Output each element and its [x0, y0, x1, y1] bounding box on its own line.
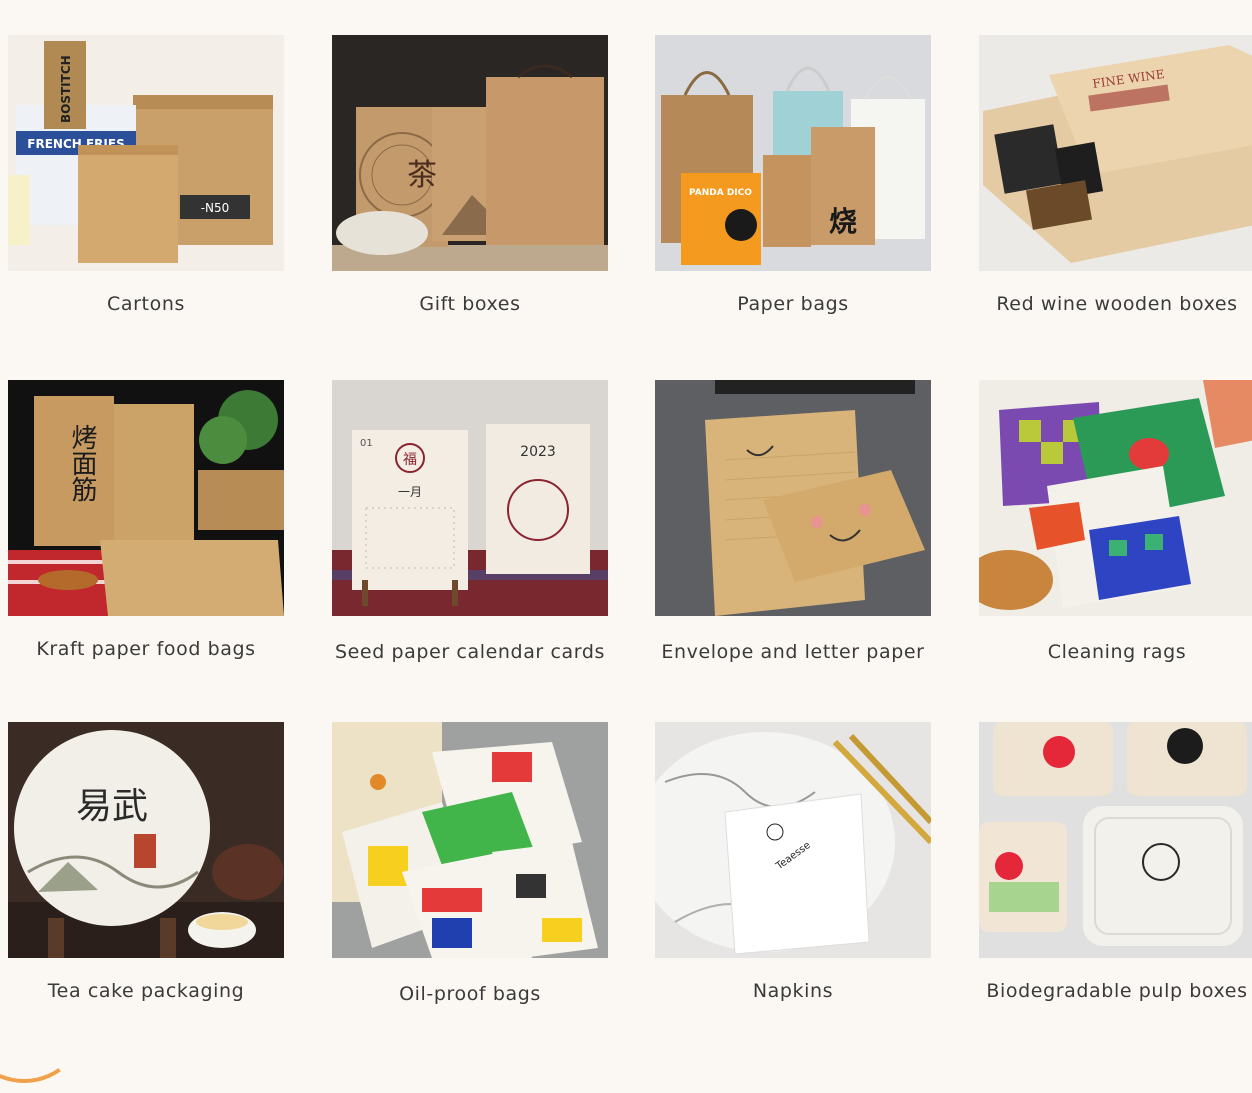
- kraft-food-bags-photo: 烤面筋: [8, 380, 284, 616]
- oil-proof-bags-photo: [332, 722, 608, 958]
- product-label: Biodegradable pulp boxes: [986, 980, 1248, 1002]
- napkins-photo: Teaesse: [655, 722, 931, 958]
- paper-bags-photo: PANDA DICO 烧: [655, 35, 931, 271]
- product-label: Cleaning rags: [1047, 641, 1187, 663]
- product-label: Paper bags: [737, 293, 849, 315]
- svg-text:PANDA DICO: PANDA DICO: [689, 188, 752, 198]
- svg-text:茶: 茶: [407, 158, 437, 193]
- product-label: Envelope and letter paper: [661, 641, 925, 663]
- wine-box-photo: FINE WINE: [979, 35, 1252, 271]
- envelope-photo: [655, 380, 931, 616]
- pulp-boxes-photo: [979, 722, 1252, 958]
- svg-text:01: 01: [360, 438, 373, 449]
- product-label: Gift boxes: [419, 293, 521, 315]
- svg-text:BOSTITCH: BOSTITCH: [59, 55, 73, 123]
- tea-cake-photo: 易武: [8, 722, 284, 958]
- svg-text:-N50: -N50: [201, 201, 230, 215]
- cartons-photo: FRENCH FRIES BOSTITCH -N50: [8, 35, 284, 271]
- svg-text:烤面筋: 烤面筋: [67, 424, 97, 502]
- product-label: Cartons: [107, 293, 185, 315]
- svg-text:2023: 2023: [520, 444, 556, 460]
- product-label: Napkins: [752, 980, 834, 1002]
- product-label: Kraft paper food bags: [36, 638, 256, 660]
- svg-text:易武: 易武: [76, 786, 148, 827]
- cleaning-rags-photo: [979, 380, 1252, 616]
- svg-text:福: 福: [403, 452, 417, 468]
- product-label: Red wine wooden boxes: [996, 293, 1238, 315]
- product-label: Seed paper calendar cards: [334, 641, 606, 663]
- svg-text:烧: 烧: [829, 205, 857, 238]
- product-label: Oil-proof bags: [399, 983, 541, 1005]
- calendar-cards-photo: 01 福 一月 2023: [332, 380, 608, 616]
- product-grid: FRENCH FRIES BOSTITCH -N50 Cartons 茶 Gif…: [0, 0, 1252, 1035]
- svg-text:一月: 一月: [398, 485, 422, 499]
- gift-boxes-photo: 茶: [332, 35, 608, 271]
